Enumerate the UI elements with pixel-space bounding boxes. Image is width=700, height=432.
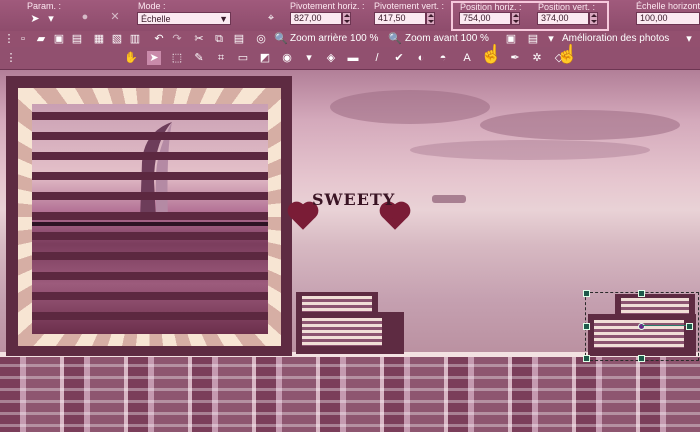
blind-slat — [32, 232, 268, 240]
scale-h-label: Échelle horizont — [636, 1, 700, 11]
blind-slat — [32, 212, 268, 220]
pivot-v-spinner[interactable] — [426, 12, 435, 25]
pivot-h-label: Pivotement horiz. : — [290, 1, 365, 11]
zoom-in-button[interactable]: Zoom avant 100 % — [405, 32, 489, 46]
rotation-line — [642, 325, 690, 326]
pos-v-input[interactable] — [537, 12, 589, 25]
resize-handle[interactable] — [638, 290, 645, 297]
hand-cursor-icon: ☝ — [480, 44, 503, 64]
fill-icon[interactable]: ◓ — [436, 51, 450, 65]
cut-icon[interactable]: ✂ — [192, 32, 206, 46]
print-icon[interactable]: ▥ — [128, 32, 142, 46]
pivot-h-spinner[interactable] — [342, 12, 351, 25]
pos-h-input[interactable] — [459, 12, 511, 25]
blind-slat — [32, 272, 268, 280]
blind-slat — [32, 112, 268, 120]
pivot-v-label: Pivotement vert. : — [374, 1, 445, 11]
resize-handle[interactable] — [638, 355, 645, 362]
cloud — [410, 140, 650, 160]
straighten-icon[interactable]: ▭ — [236, 51, 250, 65]
pos-h-label: Position horiz. : — [460, 2, 522, 12]
clone-icon[interactable]: ◈ — [324, 51, 338, 65]
center-pivot-icon[interactable]: ⌖ — [264, 11, 278, 25]
dropper-icon[interactable]: ✎ — [192, 51, 206, 65]
pen-icon[interactable]: ✔ — [392, 51, 406, 65]
blind-slat — [32, 152, 268, 160]
zoom-in-icon[interactable]: 🔍 — [388, 32, 402, 46]
dropdown-arrow-icon[interactable]: ▾ — [44, 12, 58, 26]
pointer-preset-icon[interactable]: ➤ — [28, 12, 42, 26]
perspective-icon[interactable]: ◩ — [258, 51, 272, 65]
undo-icon[interactable]: ↶ — [152, 32, 166, 46]
pivot-h-input[interactable] — [290, 12, 342, 25]
redo-icon[interactable]: ↷ — [170, 32, 184, 46]
pan-hand-icon[interactable]: ✋ — [124, 51, 138, 65]
paint-brush-icon[interactable]: / — [370, 51, 384, 65]
warp-brush-icon[interactable]: ✲ — [530, 51, 544, 65]
pos-h-spinner[interactable] — [511, 12, 520, 25]
resize-handle[interactable] — [583, 290, 590, 297]
cloud — [480, 110, 680, 140]
save-icon[interactable]: ▦ — [92, 32, 106, 46]
zoom-out-icon[interactable]: 🔍 — [274, 32, 288, 46]
resize-handle[interactable] — [583, 323, 590, 330]
blind-slat — [32, 292, 268, 300]
blind-slat — [32, 192, 268, 200]
param-label: Param. : — [27, 1, 62, 11]
mode-value: Échelle — [141, 14, 171, 24]
rotation-handle[interactable] — [686, 323, 693, 330]
distant-boat — [432, 195, 466, 203]
chevron-down-icon: ▼ — [219, 14, 228, 24]
selection-bounding-box[interactable] — [583, 290, 699, 362]
chevron-down-icon[interactable]: ▾ — [682, 32, 696, 46]
pick-tool-icon[interactable]: ➤ — [147, 51, 161, 65]
paste-icon[interactable]: ▤ — [232, 32, 246, 46]
resize-handle[interactable] — [583, 355, 590, 362]
zoom-out-button[interactable]: Zoom arrière 100 % — [290, 32, 378, 46]
new-file-icon[interactable]: ▫ — [16, 32, 30, 46]
open-crate — [296, 312, 404, 354]
view-icon[interactable]: ◎ — [254, 32, 268, 46]
save-as-icon[interactable]: ▧ — [110, 32, 124, 46]
blind-slat — [32, 172, 268, 180]
mode-label: Mode : — [138, 1, 166, 11]
burj-al-arab-photo — [32, 104, 268, 334]
makeover-icon[interactable]: ▾ — [302, 51, 316, 65]
pos-v-label: Position vert. : — [538, 2, 596, 12]
reset-icon[interactable]: ● — [78, 10, 92, 24]
apply-icon[interactable]: ✕ — [108, 10, 122, 24]
scan-icon[interactable]: ▤ — [70, 32, 84, 46]
hand-cursor-icon: ☝ — [556, 44, 579, 64]
eraser-icon[interactable]: ◐ — [414, 51, 428, 65]
horizon-line — [32, 222, 268, 226]
blind-slat — [32, 252, 268, 260]
standard-toolbar: ⋮ ▫ ▰ ▣ ▤ ▦ ▧ ▥ ↶ ↷ ✂ ⧉ ▤ ◎ 🔍 Zoom arriè… — [0, 31, 700, 47]
adjust-icon[interactable]: ▣ — [504, 32, 518, 46]
scale-h-input[interactable] — [636, 12, 700, 25]
image-canvas[interactable]: SWEETY — [0, 70, 700, 432]
copy-icon[interactable]: ⧉ — [212, 32, 226, 46]
floor-lines — [0, 352, 700, 432]
scratch-remover-icon[interactable]: ▬ — [346, 51, 360, 65]
blind-slat — [32, 132, 268, 140]
pos-v-spinner[interactable] — [589, 12, 598, 25]
toolbar-grip-icon: ⋮ — [5, 52, 17, 64]
toolbar-grip-icon: ⋮ — [3, 33, 15, 45]
picture-frame — [6, 76, 292, 356]
pivot-v-input[interactable] — [374, 12, 426, 25]
browse-icon[interactable]: ▣ — [52, 32, 66, 46]
selection-tool-icon[interactable]: ⬚ — [170, 51, 184, 65]
cloud — [330, 90, 490, 124]
open-folder-icon[interactable]: ▰ — [34, 32, 48, 46]
mode-select[interactable]: Échelle ▼ — [137, 12, 231, 25]
pen-tool-icon[interactable]: ✒ — [508, 51, 522, 65]
sweety-watermark: SWEETY — [312, 190, 396, 209]
enhance-dropdown-icon[interactable]: ▤ — [526, 32, 540, 46]
tool-options-bar: Param. : ➤ ▾ ● ✕ Mode : Échelle ▼ ⌖ Pivo… — [0, 0, 700, 32]
tools-toolbar: ⋮ ✋ ➤ ⬚ ✎ ⌗ ▭ ◩ ◉ ▾ ◈ ▬ / ✔ ◐ ◓ A ▭ ✒ ✲ … — [0, 47, 700, 70]
text-tool-icon[interactable]: A — [460, 51, 474, 65]
crop-icon[interactable]: ⌗ — [214, 51, 228, 65]
blind-slat — [32, 312, 268, 320]
red-eye-icon[interactable]: ◉ — [280, 51, 294, 65]
